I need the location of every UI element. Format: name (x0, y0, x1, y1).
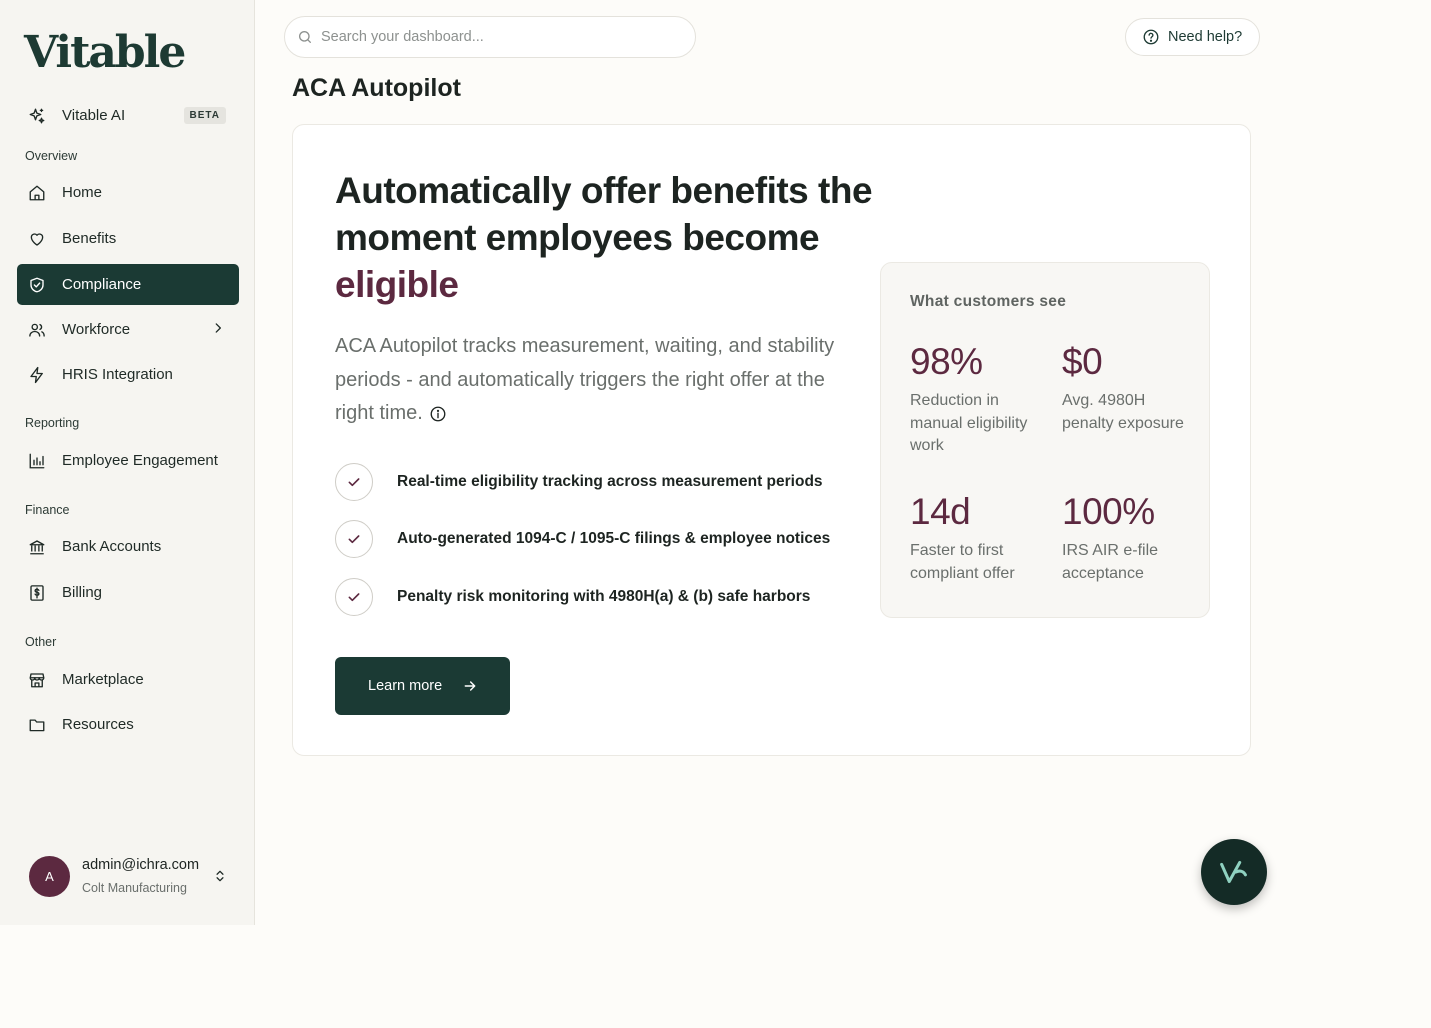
sidebar-item-label: Billing (62, 584, 103, 601)
sidebar-item-label: Resources (62, 716, 134, 733)
sidebar-item-home[interactable]: Home (17, 172, 239, 213)
need-help-button[interactable]: Need help? (1125, 18, 1260, 56)
section-label-reporting: Reporting (25, 416, 80, 430)
sidebar-item-marketplace[interactable]: Marketplace (17, 659, 239, 700)
vitable-ai-chat-button[interactable] (1201, 839, 1267, 905)
need-help-label: Need help? (1168, 29, 1243, 45)
sparkle-icon (28, 107, 46, 125)
info-icon[interactable] (429, 405, 447, 423)
sidebar-item-bank-accounts[interactable]: Bank Accounts (17, 526, 239, 567)
check-icon (335, 578, 373, 616)
stat-label: Faster to first compliant offer (910, 542, 1015, 582)
bolt-icon (28, 366, 46, 384)
sidebar-item-label: Marketplace (62, 671, 144, 688)
feature-item: Penalty risk monitoring with 4980H(a) & … (335, 578, 810, 616)
headline: Automatically offer benefits the moment … (335, 167, 875, 308)
stat-label: Reduction in manual eligibility work (910, 392, 1028, 454)
check-icon (335, 520, 373, 558)
vitable-logo[interactable]: Vitable (24, 30, 186, 76)
vitable-logo-icon (1215, 853, 1253, 891)
stat-value: 100% (1062, 491, 1155, 532)
section-label-other: Other (25, 635, 57, 649)
page-title: ACA Autopilot (292, 74, 461, 102)
sidebar-item-benefits[interactable]: Benefits (17, 218, 239, 259)
feature-item: Real-time eligibility tracking across me… (335, 463, 823, 501)
check-icon (335, 463, 373, 501)
stat-value: 98% (910, 341, 983, 382)
search-icon (297, 29, 313, 45)
sidebar-item-label: Vitable AI (62, 107, 126, 124)
stat-item: 98% Reduction in manual eligibility work (910, 340, 1040, 458)
stat-value: 14d (910, 491, 971, 532)
user-email: admin@ichra.com (82, 857, 200, 873)
home-icon (28, 184, 46, 202)
sidebar-item-workforce[interactable]: Workforce (17, 309, 239, 350)
learn-more-label: Learn more (368, 678, 443, 694)
avatar: A (29, 856, 70, 897)
invoice-dollar-icon (28, 584, 46, 602)
feature-item: Auto-generated 1094-C / 1095-C filings &… (335, 520, 830, 558)
sidebar-item-label: HRIS Integration (62, 366, 173, 383)
feature-text: Penalty risk monitoring with 4980H(a) & … (397, 588, 811, 605)
headline-accent: eligible (335, 264, 459, 305)
shield-check-icon (28, 276, 46, 294)
users-icon (28, 321, 46, 339)
aca-autopilot-card: Automatically offer benefits the moment … (292, 124, 1251, 756)
user-organization: Colt Manufacturing (82, 881, 187, 895)
sidebar-item-employee-engagement[interactable]: Employee Engagement (17, 440, 239, 481)
sidebar-item-label: Bank Accounts (62, 538, 162, 555)
stat-item: 100% IRS AIR e-file acceptance (1062, 490, 1192, 585)
sidebar-item-label: Benefits (62, 230, 117, 247)
feature-text: Real-time eligibility tracking across me… (397, 473, 823, 490)
sidebar-item-label: Workforce (62, 321, 131, 338)
description: ACA Autopilot tracks measurement, waitin… (335, 330, 835, 431)
stat-value: $0 (1062, 341, 1103, 382)
sidebar-item-resources[interactable]: Resources (17, 704, 239, 745)
search-input[interactable] (321, 29, 681, 45)
sidebar-item-vitable-ai[interactable]: Vitable AI BETA (17, 95, 239, 136)
sidebar: Vitable Vitable AI BETA Overview Home Be… (0, 0, 255, 925)
beta-badge: BETA (183, 107, 226, 124)
arrow-right-icon (462, 678, 478, 694)
folder-icon (28, 716, 46, 734)
customer-stats-panel: What customers see 98% Reduction in manu… (880, 262, 1210, 618)
chevron-right-icon (211, 321, 225, 339)
section-label-overview: Overview (25, 149, 78, 163)
stats-title: What customers see (910, 293, 1067, 310)
sidebar-item-label: Home (62, 184, 103, 201)
search-bar[interactable] (284, 16, 696, 58)
sidebar-item-hris-integration[interactable]: HRIS Integration (17, 354, 239, 395)
user-account-switcher[interactable]: A admin@ichra.com Colt Manufacturing (29, 856, 239, 898)
chevron-up-down-icon[interactable] (213, 868, 227, 889)
stat-item: $0 Avg. 4980H penalty exposure (1062, 340, 1192, 435)
sidebar-item-compliance[interactable]: Compliance (17, 264, 239, 305)
stat-label: Avg. 4980H penalty exposure (1062, 392, 1184, 432)
sidebar-item-billing[interactable]: Billing (17, 572, 239, 613)
headline-main: Automatically offer benefits the moment … (335, 170, 873, 258)
learn-more-button[interactable]: Learn more (335, 657, 510, 715)
stat-label: IRS AIR e-file acceptance (1062, 542, 1159, 582)
bank-icon (28, 538, 46, 556)
feature-text: Auto-generated 1094-C / 1095-C filings &… (397, 530, 831, 547)
section-label-finance: Finance (25, 503, 70, 517)
description-text: ACA Autopilot tracks measurement, waitin… (335, 335, 835, 424)
heart-icon (28, 230, 46, 248)
bar-chart-icon (28, 452, 46, 470)
sidebar-item-label: Employee Engagement (62, 452, 218, 469)
help-circle-icon (1142, 28, 1160, 46)
store-icon (28, 671, 46, 689)
sidebar-item-label: Compliance (62, 276, 142, 293)
stat-item: 14d Faster to first compliant offer (910, 490, 1040, 585)
